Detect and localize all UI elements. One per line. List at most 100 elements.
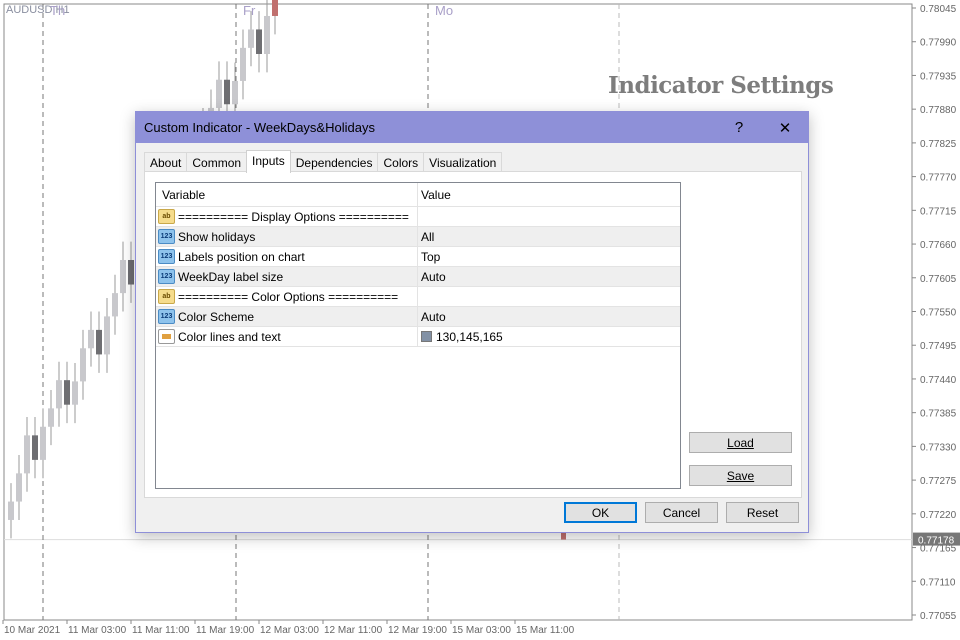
table-row[interactable]: 123 WeekDay label size Auto xyxy=(156,267,680,287)
inputs-table: Variable Value ab ========== Display Opti… xyxy=(155,182,681,489)
tab-inputs[interactable]: Inputs xyxy=(246,150,291,173)
current-price-label: 0.77178 xyxy=(918,536,955,547)
cancel-button[interactable]: Cancel xyxy=(645,502,718,523)
table-row[interactable]: 123 Labels position on chart Top xyxy=(156,247,680,267)
candle xyxy=(112,293,118,317)
candle xyxy=(224,79,230,105)
color-swatch xyxy=(421,331,432,342)
price-label: 0.77880 xyxy=(920,105,957,116)
time-label: 12 Mar 19:00 xyxy=(388,625,447,636)
candle xyxy=(264,15,270,54)
candle xyxy=(64,380,70,405)
price-label: 0.77110 xyxy=(920,577,956,588)
tab-about[interactable]: About xyxy=(144,152,188,173)
variable-cell: 123 WeekDay label size xyxy=(156,267,418,286)
time-label: 11 Mar 19:00 xyxy=(196,625,255,636)
variable-name: ========== Display Options ========== xyxy=(178,209,409,224)
load-label: Load xyxy=(727,435,754,450)
inputs-panel: Variable Value ab ========== Display Opti… xyxy=(144,171,802,498)
help-button[interactable]: ? xyxy=(716,112,762,143)
variable-name: Color lines and text xyxy=(178,329,281,344)
column-variable[interactable]: Variable xyxy=(156,183,418,206)
save-button[interactable]: Save xyxy=(689,465,792,486)
candle xyxy=(8,501,14,520)
candle xyxy=(128,259,134,285)
tab-common[interactable]: Common xyxy=(186,152,248,173)
value-text: Auto xyxy=(421,309,446,324)
time-label: 10 Mar 2021 xyxy=(4,625,61,636)
price-label: 0.78045 xyxy=(920,4,957,15)
column-value[interactable]: Value xyxy=(418,188,680,202)
time-label: 12 Mar 11:00 xyxy=(324,625,383,636)
table-row[interactable]: 123 Show holidays All xyxy=(156,227,680,247)
dialog-title: Custom Indicator - WeekDays&Holidays xyxy=(144,120,375,135)
candle xyxy=(56,380,62,409)
variable-name: Color Scheme xyxy=(178,309,255,324)
candle xyxy=(88,329,94,349)
price-label: 0.77990 xyxy=(920,38,957,49)
tab-visualization[interactable]: Visualization xyxy=(423,152,503,173)
price-label: 0.77825 xyxy=(920,139,957,150)
time-label: 12 Mar 03:00 xyxy=(260,625,319,636)
dialog-titlebar[interactable]: Custom Indicator - WeekDays&Holidays ? ✕ xyxy=(136,112,808,143)
price-label: 0.77220 xyxy=(920,510,957,521)
tab-colors[interactable]: Colors xyxy=(377,152,425,173)
day-label-friday: Fr xyxy=(243,3,256,18)
table-row[interactable]: ab ========== Color Options ========== xyxy=(156,287,680,307)
load-button[interactable]: Load xyxy=(689,432,792,453)
candle xyxy=(240,47,246,81)
value-cell[interactable]: Auto xyxy=(418,310,680,324)
candle xyxy=(48,408,54,427)
value-cell[interactable]: Top xyxy=(418,250,680,264)
price-label: 0.77275 xyxy=(920,476,957,487)
variable-cell: 123 Labels position on chart xyxy=(156,247,418,266)
variable-name: Show holidays xyxy=(178,229,256,244)
candle xyxy=(72,381,78,405)
time-label: 15 Mar 11:00 xyxy=(516,625,575,636)
time-label: 15 Mar 03:00 xyxy=(452,625,511,636)
candle xyxy=(216,79,222,108)
tab-dependencies[interactable]: Dependencies xyxy=(289,152,379,173)
number-type-icon: 123 xyxy=(158,229,175,244)
candle xyxy=(32,435,38,460)
candle xyxy=(40,426,46,460)
number-type-icon: 123 xyxy=(158,309,175,324)
price-label: 0.77055 xyxy=(920,611,957,622)
value-cell[interactable]: 130,145,165 xyxy=(418,330,680,344)
price-label: 0.77495 xyxy=(920,341,957,352)
table-row[interactable]: Color lines and text 130,145,165 xyxy=(156,327,680,347)
reset-button[interactable]: Reset xyxy=(726,502,799,523)
candle xyxy=(232,80,238,105)
custom-indicator-dialog: Custom Indicator - WeekDays&Holidays ? ✕… xyxy=(135,111,809,533)
candle xyxy=(96,329,102,355)
candle xyxy=(104,316,110,355)
time-label: 11 Mar 11:00 xyxy=(132,625,190,636)
variable-name: Labels position on chart xyxy=(178,249,305,264)
variable-name: ========== Color Options ========== xyxy=(178,289,399,304)
price-label: 0.77330 xyxy=(920,442,957,453)
indicator-settings-heading: Indicator Settings xyxy=(608,72,834,99)
candle xyxy=(16,473,22,502)
table-row[interactable]: 123 Color Scheme Auto xyxy=(156,307,680,327)
price-label: 0.77935 xyxy=(920,71,957,82)
price-label: 0.77605 xyxy=(920,274,957,285)
candle xyxy=(561,532,566,540)
table-row[interactable]: ab ========== Display Options ========== xyxy=(156,207,680,227)
value-cell[interactable]: Auto xyxy=(418,270,680,284)
variable-cell: 123 Show holidays xyxy=(156,227,418,246)
variable-cell: Color lines and text xyxy=(156,327,418,346)
number-type-icon: 123 xyxy=(158,269,175,284)
price-label: 0.77440 xyxy=(920,375,957,386)
value-text: Top xyxy=(421,249,441,264)
candle xyxy=(120,259,126,294)
table-header: Variable Value xyxy=(156,183,680,207)
tab-bar: About Common Inputs Dependencies Colors Visua… xyxy=(144,150,503,173)
candle xyxy=(80,348,86,382)
close-button[interactable]: ✕ xyxy=(762,112,808,143)
variable-cell: 123 Color Scheme xyxy=(156,307,418,326)
day-label-monday: Mo xyxy=(435,3,454,18)
value-cell[interactable]: All xyxy=(418,230,680,244)
price-label: 0.77715 xyxy=(920,206,957,217)
day-label-thursday: Th xyxy=(50,3,66,18)
ok-button[interactable]: OK xyxy=(564,502,637,523)
